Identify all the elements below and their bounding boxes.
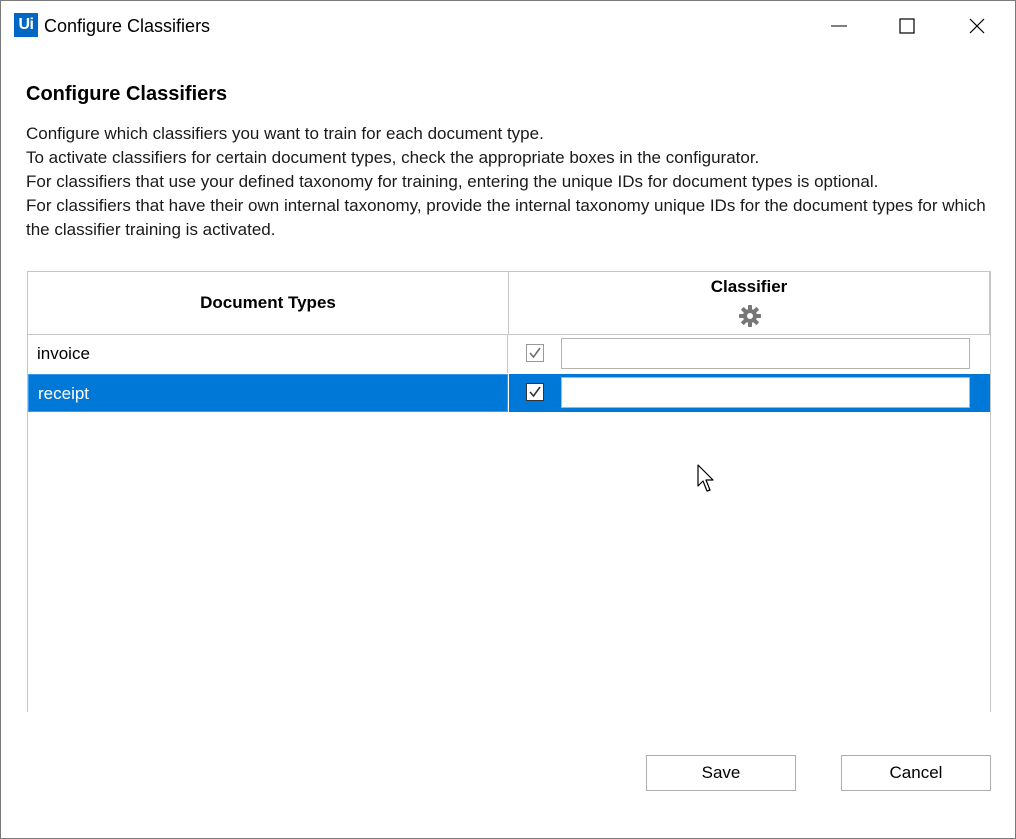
minimize-icon xyxy=(831,25,847,27)
maximize-icon xyxy=(899,18,915,34)
column-header-document-types[interactable]: Document Types xyxy=(28,272,509,334)
column-header-classifier: Classifier xyxy=(509,272,990,334)
classifier-header-label: Classifier xyxy=(710,277,788,296)
description-line: Configure which classifiers you want to … xyxy=(26,124,544,143)
close-icon xyxy=(969,18,985,34)
mouse-cursor-icon xyxy=(697,464,714,492)
description-line: For classifiers that use your defined ta… xyxy=(26,172,879,191)
close-button[interactable] xyxy=(947,1,1007,51)
table-row[interactable]: invoice xyxy=(28,335,990,373)
cancel-button[interactable]: Cancel xyxy=(841,755,991,791)
maximize-button[interactable] xyxy=(877,1,937,51)
classifier-enabled-checkbox[interactable] xyxy=(526,383,544,401)
grid-header: Document Types Classifier xyxy=(28,272,990,335)
checkmark-icon xyxy=(529,386,541,398)
checkmark-icon xyxy=(529,347,541,359)
minimize-button[interactable] xyxy=(809,1,869,51)
document-type-name: receipt xyxy=(28,374,508,412)
classifier-configurator-grid: Document Types Classifier invoice receip… xyxy=(27,271,991,712)
description-line: For classifiers that have their own inte… xyxy=(26,196,986,239)
gear-icon[interactable] xyxy=(738,304,762,328)
unique-id-input[interactable] xyxy=(561,338,970,369)
uipath-logo-icon: Ui xyxy=(14,13,38,37)
table-row-selected[interactable]: receipt xyxy=(28,374,990,412)
window-title: Configure Classifiers xyxy=(44,16,211,36)
page-heading: Configure Classifiers xyxy=(26,83,228,105)
classifier-enabled-checkbox[interactable] xyxy=(526,344,544,362)
configure-classifiers-window: Ui Configure Classifiers Configure Class… xyxy=(0,0,1016,839)
unique-id-input[interactable] xyxy=(561,377,970,408)
save-button[interactable]: Save xyxy=(646,755,796,791)
classifier-cell xyxy=(509,374,990,412)
description: Configure which classifiers you want to … xyxy=(26,122,986,242)
description-line: To activate classifiers for certain docu… xyxy=(26,148,760,167)
title-bar: Ui Configure Classifiers xyxy=(1,1,1015,51)
document-type-name: invoice xyxy=(28,335,508,373)
classifier-cell xyxy=(509,335,990,373)
